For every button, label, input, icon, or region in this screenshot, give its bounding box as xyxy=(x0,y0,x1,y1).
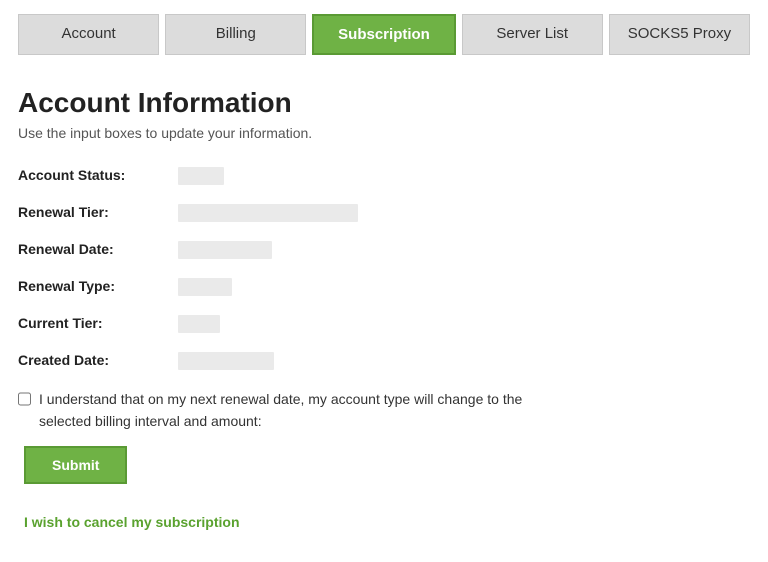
field-created-date: Created Date: xyxy=(18,352,750,373)
cancel-subscription-link[interactable]: I wish to cancel my subscription xyxy=(24,514,750,530)
consent-text: I understand that on my next renewal dat… xyxy=(39,389,558,432)
field-account-status: Account Status: xyxy=(18,167,750,188)
value-created-date xyxy=(178,352,274,373)
tab-account[interactable]: Account xyxy=(18,14,159,55)
value-renewal-type xyxy=(178,278,232,299)
consent-checkbox[interactable] xyxy=(18,392,31,406)
redacted-value xyxy=(178,278,232,296)
tab-billing[interactable]: Billing xyxy=(165,14,306,55)
redacted-value xyxy=(178,352,274,370)
page-subtitle: Use the input boxes to update your infor… xyxy=(18,125,750,141)
label-account-status: Account Status: xyxy=(18,167,178,183)
redacted-value xyxy=(178,204,358,222)
tab-bar: Account Billing Subscription Server List… xyxy=(18,14,750,55)
label-renewal-type: Renewal Type: xyxy=(18,278,178,294)
redacted-value xyxy=(178,167,224,185)
consent-row[interactable]: I understand that on my next renewal dat… xyxy=(18,389,558,432)
submit-button[interactable]: Submit xyxy=(24,446,127,484)
value-renewal-tier xyxy=(178,204,358,225)
tab-socks5-proxy[interactable]: SOCKS5 Proxy xyxy=(609,14,750,55)
label-renewal-tier: Renewal Tier: xyxy=(18,204,178,220)
label-current-tier: Current Tier: xyxy=(18,315,178,331)
field-renewal-date: Renewal Date: xyxy=(18,241,750,262)
field-renewal-type: Renewal Type: xyxy=(18,278,750,299)
label-renewal-date: Renewal Date: xyxy=(18,241,178,257)
page-title: Account Information xyxy=(18,87,750,119)
redacted-value xyxy=(178,315,220,333)
value-current-tier xyxy=(178,315,220,336)
tab-subscription[interactable]: Subscription xyxy=(312,14,455,55)
field-current-tier: Current Tier: xyxy=(18,315,750,336)
redacted-value xyxy=(178,241,272,259)
account-fields: Account Status: Renewal Tier: Renewal Da… xyxy=(18,167,750,373)
value-account-status xyxy=(178,167,224,188)
label-created-date: Created Date: xyxy=(18,352,178,368)
tab-server-list[interactable]: Server List xyxy=(462,14,603,55)
value-renewal-date xyxy=(178,241,272,262)
field-renewal-tier: Renewal Tier: xyxy=(18,204,750,225)
